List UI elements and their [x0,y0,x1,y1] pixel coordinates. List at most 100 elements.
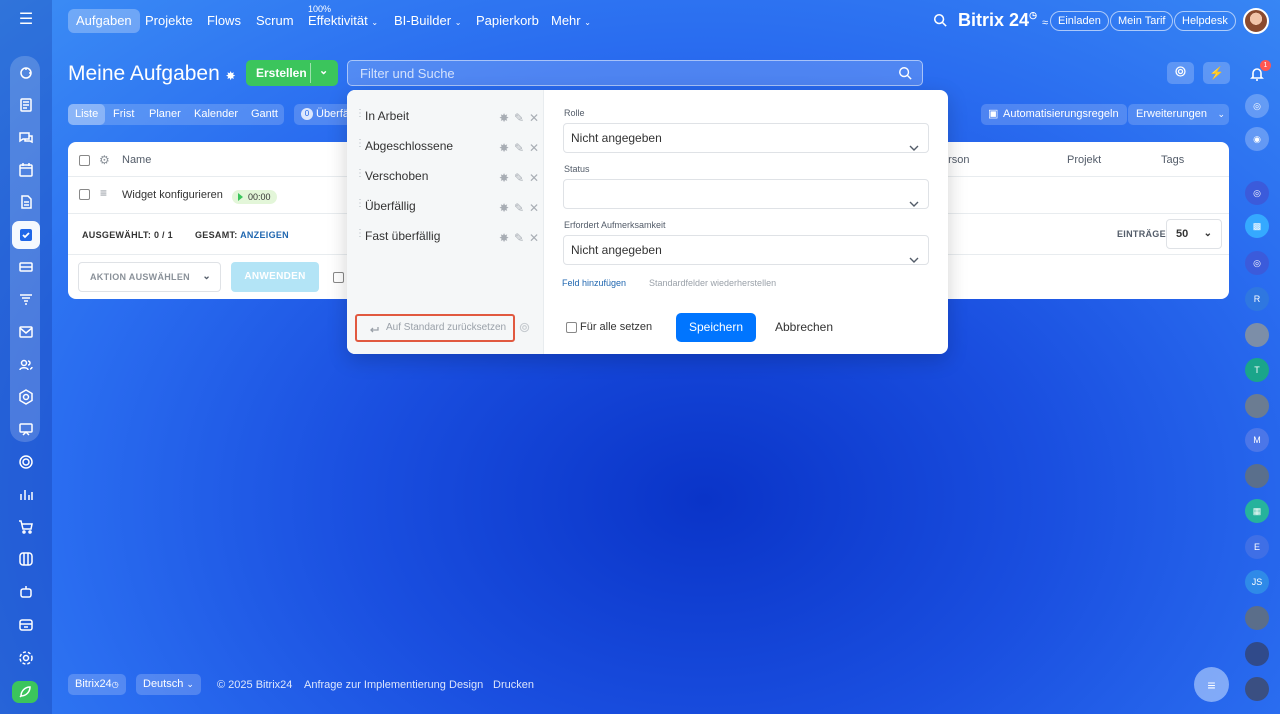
settings-button[interactable] [1167,62,1194,84]
print-link[interactable]: Drucken [493,679,534,691]
gear-icon[interactable] [519,322,530,333]
contact-avatar-js[interactable]: JS [1245,570,1269,594]
topnav-flows[interactable]: Flows [199,9,249,33]
row-checkbox[interactable] [79,189,90,200]
add-field-link[interactable]: Feld hinzufügen [562,278,626,288]
invite-button[interactable]: Einladen [1050,11,1109,31]
preset-almost-overdue[interactable]: ⋮ Fast überfällig ✸ ✎ ✕ [347,222,544,252]
edit-pencil-icon[interactable]: ✎ [514,111,524,125]
helpdesk-button[interactable]: Helpdesk [1174,11,1236,31]
task-title[interactable]: Widget konfigurieren [122,189,223,201]
topnav-tasks[interactable]: Aufgaben [68,9,140,33]
entries-select[interactable]: 50 ⌄ [1166,219,1222,249]
copilot-icon[interactable]: ◎ [1245,94,1269,118]
select-all-checkbox[interactable] [79,155,90,166]
tab-gantt[interactable]: Gantt [244,104,285,125]
presentation-icon[interactable] [12,416,40,444]
column-name-header[interactable]: Name [122,154,151,166]
set-for-all-checkbox[interactable] [566,322,577,333]
search-icon[interactable] [933,13,947,27]
drag-handle-icon[interactable]: ⋮ [355,229,365,239]
mail-icon[interactable] [12,318,40,346]
drag-handle-icon[interactable]: ⋮ [355,199,365,209]
topnav-trash[interactable]: Papierkorb [468,9,547,33]
contacts-icon[interactable] [12,351,40,379]
column-tags-header[interactable]: Tags [1161,154,1184,166]
edit-pencil-icon[interactable]: ✎ [514,231,524,245]
tab-calendar[interactable]: Kalender [187,104,245,125]
goals-icon[interactable] [12,448,40,476]
close-icon[interactable]: ✕ [529,171,539,185]
close-icon[interactable]: ✕ [529,201,539,215]
task-timer[interactable]: 00:00 [232,190,277,204]
contact-avatar-m[interactable]: M [1245,428,1269,452]
pin-icon[interactable]: ✸ [499,201,509,215]
tasks-icon[interactable] [12,221,40,249]
search-input[interactable] [348,61,922,85]
contact-avatar[interactable] [1245,677,1269,701]
language-select[interactable]: Deutsch ⌄ [136,674,201,695]
contact-avatar[interactable] [1245,642,1269,666]
chevron-down-icon[interactable]: ⌄ [319,64,328,77]
drag-handle-icon[interactable]: ⋮ [355,109,365,119]
box-icon[interactable] [12,545,40,573]
pin-icon[interactable]: ✸ [499,111,509,125]
my-plan-button[interactable]: Mein Tarif [1110,11,1174,31]
news-icon[interactable] [12,91,40,119]
restore-fields-link[interactable]: Standardfelder wiederherstellen [649,278,776,288]
support-chat-icon[interactable]: ▩ [1245,214,1269,238]
topnav-efficiency[interactable]: Effektivität ⌄ [300,9,386,33]
topnav-bi-builder[interactable]: BI-Builder ⌄ [386,9,469,33]
documents-icon[interactable] [12,188,40,216]
tab-list[interactable]: Liste [68,104,106,125]
drag-handle-icon[interactable]: ⋮ [355,169,365,179]
analytics-icon[interactable] [12,480,40,508]
contact-avatar-e[interactable]: E [1245,535,1269,559]
pin-icon[interactable]: ✸ [499,231,509,245]
column-project-header[interactable]: Projekt [1067,154,1101,166]
preset-overdue[interactable]: ⋮ Überfällig ✸ ✎ ✕ [347,192,544,222]
automation-rules-button[interactable]: ▣ Automatisierungsregeln [981,104,1127,125]
overdue-counter[interactable]: 0 Überfällig [294,104,352,125]
cancel-button[interactable]: Abbrechen [768,313,840,342]
implementation-request-link[interactable]: Anfrage zur Implementierung [304,679,446,691]
role-select[interactable]: Nicht angegeben [563,123,929,153]
preset-completed[interactable]: ⋮ Abgeschlossene ✸ ✎ ✕ [347,132,544,162]
messenger-icon[interactable]: ◉ [1245,127,1269,151]
close-icon[interactable]: ✕ [529,141,539,155]
reset-to-default-button[interactable]: Auf Standard zurücksetzen [355,314,515,342]
contact-avatar[interactable] [1245,606,1269,630]
chat-icon[interactable] [12,124,40,152]
feed-icon[interactable] [12,59,40,87]
hexagon-icon[interactable] [12,383,40,411]
set-for-all-label[interactable]: Für alle setzen [580,321,652,333]
topnav-scrum[interactable]: Scrum [248,9,302,33]
tab-planner[interactable]: Planer [142,104,188,125]
gear-icon[interactable]: ⚙ [99,153,110,167]
store-icon[interactable] [12,610,40,638]
pin-icon[interactable]: ✸ [226,69,236,83]
design-link[interactable]: Design [449,679,483,691]
contact-avatar[interactable] [1245,394,1269,418]
menu-burger-icon[interactable]: ☰ [16,12,36,28]
filter-funnel-icon[interactable] [12,286,40,314]
apply-all-checkbox[interactable] [333,272,344,283]
status-select[interactable] [563,179,929,209]
brand-logo[interactable]: Bitrix 24◷ ≈ [958,10,1048,31]
pin-icon[interactable]: ✸ [499,141,509,155]
attention-select[interactable]: Nicht angegeben [563,235,929,265]
save-button[interactable]: Speichern [676,313,756,342]
preset-in-progress[interactable]: ⋮ In Arbeit ✸ ✎ ✕ [347,102,544,132]
floating-menu-button[interactable]: ≡ [1194,667,1229,702]
quick-actions-button[interactable]: ⚡ [1203,62,1230,84]
apply-button[interactable]: ANWENDEN [231,262,319,292]
tab-deadline[interactable]: Frist [106,104,141,125]
calendar-icon[interactable] [12,156,40,184]
show-total-link[interactable]: ANZEIGEN [240,230,289,240]
extensions-button[interactable]: Erweiterungen ⌄ [1128,104,1229,125]
contact-avatar[interactable] [1245,323,1269,347]
footer-brand[interactable]: Bitrix24◷ [68,674,126,695]
contact-avatar-t[interactable]: T [1245,358,1269,382]
row-menu-icon[interactable]: ≡ [100,186,107,200]
create-button[interactable]: Erstellen ⌄ [246,60,338,86]
